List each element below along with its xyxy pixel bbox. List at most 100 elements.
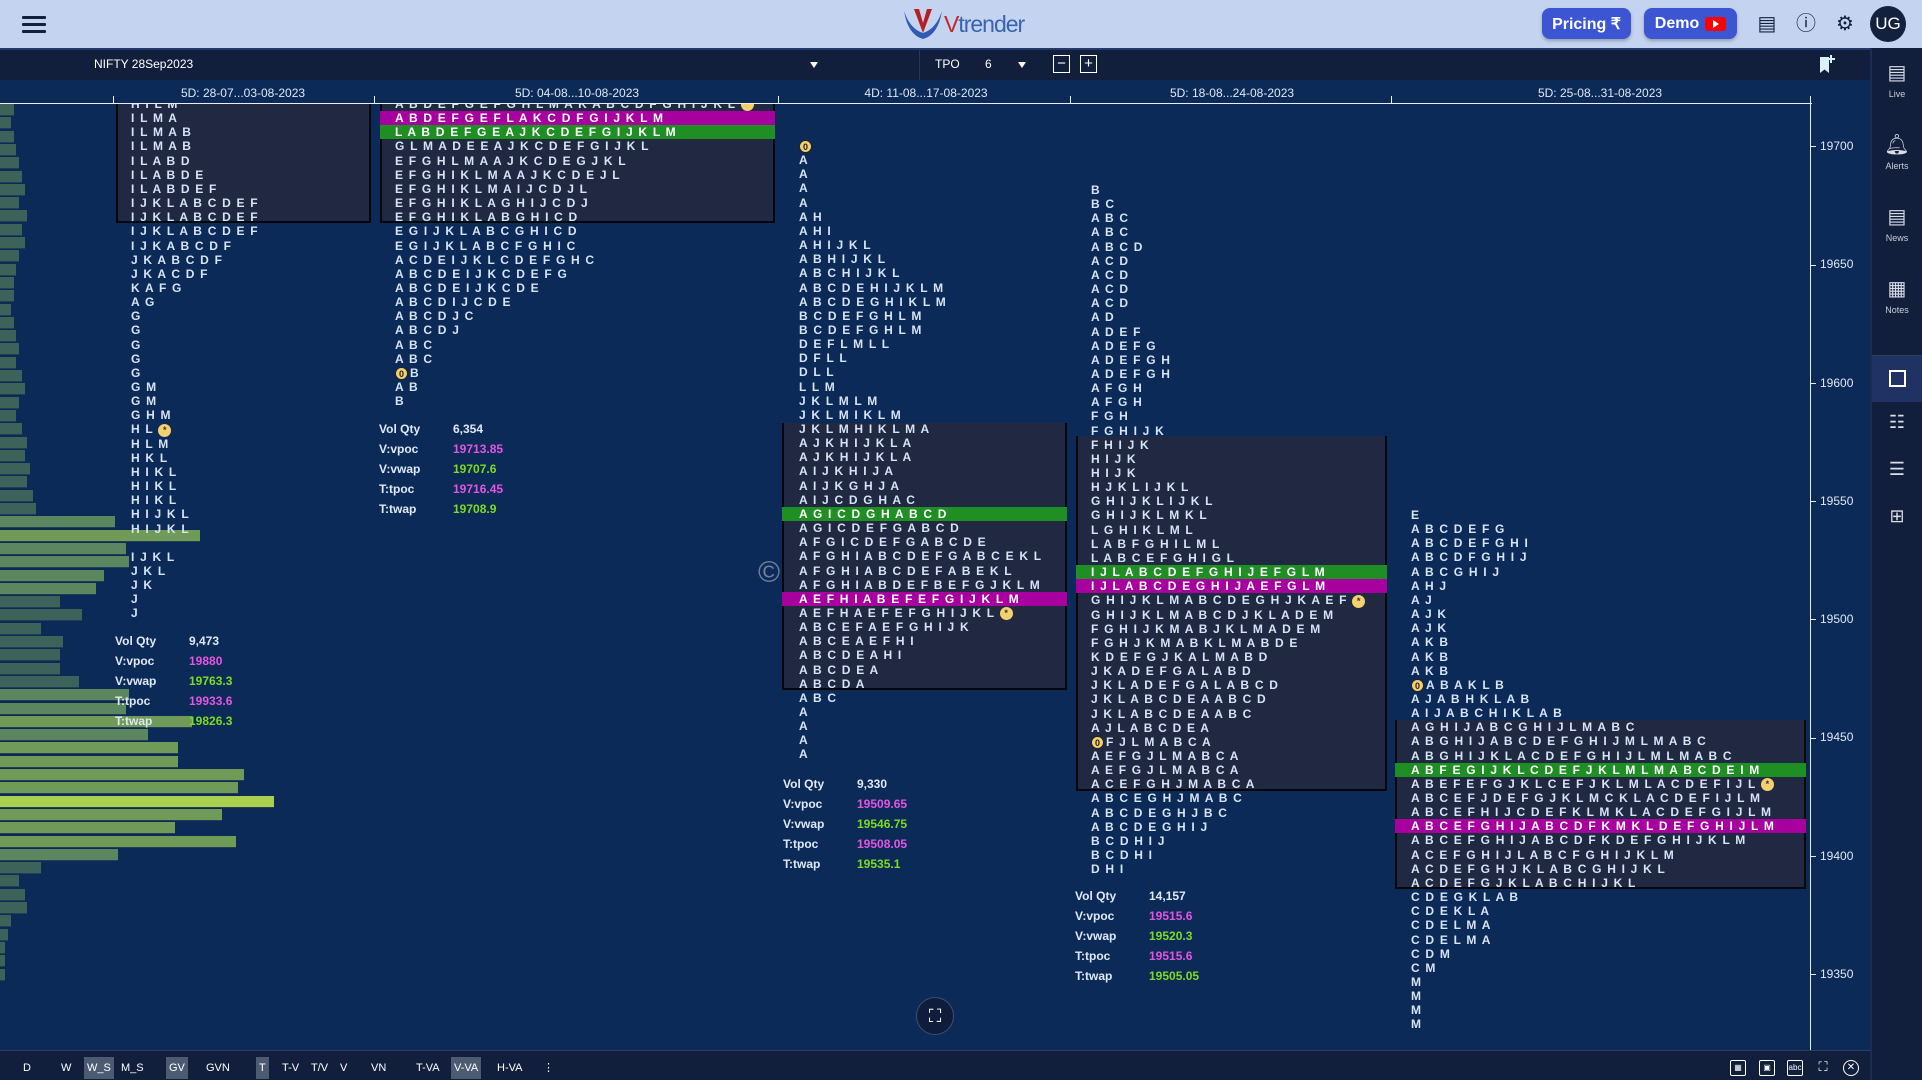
view-toggle-t-v[interactable]: T/V: [308, 1057, 331, 1079]
view-toggle-w[interactable]: W: [58, 1057, 74, 1079]
tpo-row: B: [1091, 183, 1101, 197]
info-icon[interactable]: ⓘ: [1795, 13, 1817, 35]
stat-value: 9,330: [857, 777, 888, 791]
tpo-row: A: [799, 705, 809, 719]
sidebar-item-news[interactable]: ▤ News: [1872, 204, 1922, 246]
tpo-row: A C D: [1091, 282, 1130, 297]
tpo-row: A C D E F G J K L A B C H I J K L: [1411, 875, 1637, 890]
tpo-row-magenta: A E F H I A B E F E F G I J K L M: [782, 591, 1067, 606]
view-toggle-gvn[interactable]: GVN: [203, 1057, 233, 1079]
pricing-button[interactable]: Pricing ₹: [1542, 8, 1631, 39]
tpo-row: A B C D I J C D E: [395, 295, 512, 310]
tpo-row: A C E F G H J M A B C A: [1091, 777, 1256, 792]
sidebar-item-live[interactable]: ▤ Live: [1872, 60, 1922, 102]
period-label: 5D: 18-08...24-08-2023: [1169, 86, 1295, 100]
chevron-down-icon[interactable]: [810, 62, 818, 68]
tpo-size-value[interactable]: 6: [985, 57, 992, 71]
tpo-row: A I J K G H J A: [799, 478, 901, 493]
tpo-row: A J K H I J K L A: [799, 436, 913, 451]
stat-value: 19520.3: [1149, 929, 1193, 943]
period-tick: [374, 96, 375, 104]
news-icon: ▤: [1887, 206, 1907, 228]
document-icon[interactable]: ▤: [1756, 13, 1778, 35]
price-axis[interactable]: [1810, 104, 1811, 1050]
stat-label: V:vwap: [379, 462, 421, 476]
stat-label: Vol Qty: [783, 777, 825, 791]
bookmark-add-icon[interactable]: [1817, 54, 1837, 76]
view-toggle-h-va[interactable]: H-VA: [494, 1057, 525, 1079]
tpo-row: E F G H I K L M A I J C D J L: [395, 181, 589, 196]
volume-bar: [0, 808, 222, 821]
rows-icon[interactable]: ☰: [1872, 459, 1922, 480]
stat-value: 19707.6: [453, 462, 497, 476]
stat-value: 19880: [189, 654, 223, 668]
tpo-row: B C D H I J: [1091, 833, 1166, 848]
tpo-row: A J K H I J K L A: [799, 450, 913, 465]
view-toggle-v-va[interactable]: V-VA: [451, 1057, 482, 1079]
tpo-row-magenta: A B D E F G E F L A K C D F G I J K L M: [380, 111, 775, 126]
tpo-row: A D E F: [1091, 324, 1142, 339]
view-toggle-gv[interactable]: GV: [166, 1057, 188, 1079]
top-bar: Vtrender Pricing ₹ Demo ▤ ⓘ ⚙ UG: [0, 0, 1922, 48]
volume-bar: [0, 356, 17, 369]
view-toggle--[interactable]: ⋮: [540, 1057, 557, 1079]
volume-bar: [0, 276, 14, 289]
stat-value: 19708.9: [453, 502, 497, 516]
price-label: 19650: [1810, 257, 1853, 271]
tpo-row: F G H I J K: [1091, 423, 1165, 438]
close-circle-icon[interactable]: ✕: [1843, 1060, 1859, 1076]
symbol-selector[interactable]: NIFTY 28Sep2023: [94, 57, 193, 71]
view-toggle-t[interactable]: T: [256, 1057, 269, 1079]
tpo-row-magenta: A B C E F G H I J A B C D F K M K L D E …: [1395, 819, 1806, 834]
tpo-row: A B: [395, 380, 419, 394]
sidebar-item-alerts[interactable]: 🔔︎ Alerts: [1872, 132, 1922, 174]
tpo-row: H I J K: [1091, 451, 1137, 466]
minus-button[interactable]: −: [1053, 55, 1070, 73]
tpo-row: A: [799, 733, 809, 748]
tpo-row: A B C D: [1091, 239, 1144, 254]
tpo-row: 0A B A K L B: [1395, 678, 1806, 693]
tpo-row: A D E F G: [1091, 338, 1157, 353]
screenshot-icon[interactable]: ⛶: [916, 997, 954, 1035]
volume-bar: [0, 170, 22, 183]
stat-label: V:vwap: [115, 674, 157, 688]
view-toggle-t-v[interactable]: T-V: [279, 1057, 302, 1079]
view-toggle-vn[interactable]: VN: [368, 1057, 389, 1079]
tpo-size-dropdown-icon[interactable]: [1018, 62, 1026, 68]
tpo-row: D L L: [799, 365, 835, 380]
volume-bar: [0, 542, 127, 555]
tpo-chart-area[interactable]: H I L M I L M A I L M A B I L M A B I L …: [0, 104, 1870, 1050]
split-pane-icon[interactable]: ☷: [1872, 412, 1922, 433]
grid-table-icon[interactable]: ▦: [1730, 1060, 1746, 1076]
tpo-row: M: [1411, 974, 1423, 989]
volume-bar: [0, 715, 192, 728]
tpo-row: I L M A B: [131, 139, 193, 154]
fullscreen-icon[interactable]: ⛶: [1815, 1060, 1831, 1076]
tpo-row: D E F L M L L: [799, 337, 891, 352]
plus-button[interactable]: +: [1080, 55, 1097, 73]
tpo-row: B C: [1091, 197, 1116, 212]
tpo-row: 0: [782, 139, 1067, 154]
sidebar-item-notes[interactable]: ▦ Notes: [1872, 276, 1922, 318]
tpo-row: A G H I J A B C G H I J L M A B C: [1411, 720, 1636, 735]
view-toggle-w-s[interactable]: W_S: [84, 1057, 114, 1079]
tpo-row: 0B: [380, 366, 775, 381]
volume-bar: [0, 902, 28, 914]
tpo-row: H I J K: [1091, 466, 1137, 480]
avatar[interactable]: UG: [1870, 6, 1906, 42]
view-toggle-m-s[interactable]: M_S: [118, 1057, 147, 1079]
demo-button[interactable]: Demo: [1644, 8, 1737, 39]
gear-icon[interactable]: ⚙: [1834, 13, 1856, 35]
period-tick: [1070, 96, 1071, 104]
view-toggle-v[interactable]: V: [337, 1057, 350, 1079]
single-pane-icon[interactable]: [1872, 356, 1922, 402]
view-toggle-d[interactable]: D: [20, 1057, 34, 1079]
price-label: 19350: [1810, 967, 1853, 981]
volume-bar: [0, 702, 127, 715]
image-icon[interactable]: ▣: [1759, 1060, 1775, 1076]
tpo-row: I J K L A B C D E F: [131, 196, 259, 211]
abc-icon[interactable]: abc: [1787, 1060, 1803, 1076]
hamburger-menu-icon[interactable]: [22, 16, 46, 33]
view-toggle-t-va[interactable]: T-VA: [413, 1057, 443, 1079]
grid-icon[interactable]: ⊞: [1872, 506, 1922, 527]
